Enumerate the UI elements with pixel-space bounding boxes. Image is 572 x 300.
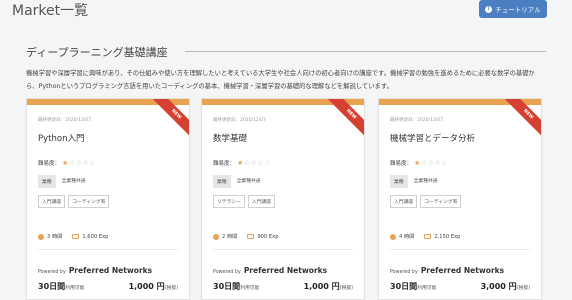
difficulty-stars: ★☆☆☆☆	[237, 159, 271, 167]
category-value: 全業種共通	[410, 175, 441, 188]
course-card[interactable]: NEW 最終更新日：2020/12/07 機械学習とデータ分析 難易度： ★☆☆…	[378, 98, 542, 300]
course-title[interactable]: 機械学習とデータ分析	[390, 132, 475, 144]
tag: コーディング有	[420, 195, 462, 208]
category-label: 業種	[38, 175, 56, 188]
course-meta: 4 時間 2,150 Exp	[390, 233, 460, 240]
provider: Powered by Preferred Networks	[390, 266, 504, 275]
tag-row: 入門講座 コーディング有	[38, 195, 110, 208]
updated-date: 最終更新日：2020/12/07	[213, 118, 266, 123]
card-divider	[213, 249, 353, 250]
powered-by-label: Powered by	[38, 270, 66, 275]
description-line: ら、Pythonというプログラミング言語を用いたコーディングの基本、機械学習・深…	[26, 83, 393, 90]
star-filled-icon: ★	[237, 159, 244, 167]
updated-date: 最終更新日：2020/12/07	[38, 118, 91, 123]
section-title: ディープラーニング基礎講座	[26, 46, 168, 59]
price-row: 30日間利用可能 1,000 円(税抜)	[38, 281, 178, 292]
course-title[interactable]: 数学基礎	[213, 132, 247, 144]
star-filled-icon: ★	[62, 159, 69, 167]
category-value: 全業種共通	[233, 175, 264, 188]
clock-icon	[390, 233, 396, 240]
price: 1,000 円(税抜)	[303, 282, 353, 291]
difficulty-stars: ★☆☆☆☆	[62, 159, 96, 167]
tag-row: リテラシー 入門講座	[213, 195, 276, 208]
difficulty-label: 難易度：	[38, 161, 61, 167]
duration: 3 時間	[47, 234, 63, 240]
tag: 入門講座	[390, 195, 418, 208]
powered-by-label: Powered by	[390, 270, 418, 275]
category-row: 業種 全業種共通	[390, 175, 441, 188]
exp-points: 900 Exp	[257, 233, 279, 240]
powered-by-label: Powered by	[213, 270, 241, 275]
star-filled-icon: ★	[414, 159, 421, 167]
section-description: 機械学習や深層学習に興味があり、その仕組みや使い方を理解したいと考えている大学生…	[26, 67, 550, 93]
duration: 2 時間	[222, 234, 238, 240]
page-title: Market一覧	[12, 3, 89, 19]
provider: Powered by Preferred Networks	[38, 266, 152, 275]
difficulty-label: 難易度：	[390, 161, 413, 167]
provider-name: Preferred Networks	[68, 266, 153, 275]
clock-icon	[38, 233, 44, 240]
tag: 入門講座	[247, 195, 276, 208]
difficulty-label: 難易度：	[213, 161, 236, 167]
access-period: 30日間利用可能	[390, 282, 437, 291]
star-empty-icon: ☆☆☆☆	[420, 159, 448, 167]
tutorial-button[interactable]: i チュートリアル	[479, 0, 547, 18]
price: 1,000 円(税抜)	[128, 282, 178, 291]
tag-row: 入門講座 コーディング有	[390, 195, 462, 208]
tag: リテラシー	[213, 195, 245, 208]
book-icon	[247, 234, 255, 239]
section-divider	[185, 51, 546, 52]
exp-points: 2,150 Exp	[434, 233, 461, 240]
info-icon: i	[485, 5, 493, 13]
category-label: 業種	[390, 175, 408, 188]
provider-name: Preferred Networks	[243, 266, 328, 275]
price-row: 30日間利用可能 1,000 円(税抜)	[213, 281, 353, 292]
book-icon	[72, 234, 80, 239]
course-card[interactable]: NEW 最終更新日：2020/12/07 Python入門 難易度： ★☆☆☆☆…	[26, 98, 190, 300]
course-card[interactable]: NEW 最終更新日：2020/12/07 数学基礎 難易度： ★☆☆☆☆ 業種 …	[201, 98, 365, 300]
description-line: 機械学習や深層学習に興味があり、その仕組みや使い方を理解したいと考えている大学生…	[26, 70, 535, 77]
course-title[interactable]: Python入門	[38, 132, 84, 144]
tag: 入門講座	[38, 195, 66, 208]
difficulty: 難易度： ★☆☆☆☆	[213, 159, 271, 167]
category-row: 業種 全業種共通	[213, 175, 264, 188]
category-label: 業種	[213, 175, 231, 188]
access-period: 30日間利用可能	[38, 282, 85, 291]
category-row: 業種 全業種共通	[38, 175, 89, 188]
tag: コーディング有	[68, 195, 110, 208]
clock-icon	[213, 233, 219, 240]
provider-name: Preferred Networks	[420, 266, 505, 275]
difficulty-stars: ★☆☆☆☆	[414, 159, 448, 167]
tutorial-button-label: チュートリアル	[495, 6, 541, 14]
difficulty: 難易度： ★☆☆☆☆	[38, 159, 96, 167]
card-divider	[38, 249, 178, 250]
star-empty-icon: ☆☆☆☆	[243, 159, 271, 167]
star-empty-icon: ☆☆☆☆	[68, 159, 96, 167]
updated-date: 最終更新日：2020/12/07	[390, 118, 443, 123]
provider: Powered by Preferred Networks	[213, 266, 327, 275]
card-divider	[390, 249, 530, 250]
book-icon	[424, 234, 432, 239]
course-meta: 2 時間 900 Exp	[213, 233, 279, 240]
category-value: 全業種共通	[58, 175, 89, 188]
price-row: 30日間利用可能 3,000 円(税抜)	[390, 281, 530, 292]
course-meta: 3 時間 1,600 Exp	[38, 233, 108, 240]
exp-points: 1,600 Exp	[82, 233, 109, 240]
difficulty: 難易度： ★☆☆☆☆	[390, 159, 448, 167]
access-period: 30日間利用可能	[213, 282, 260, 291]
price: 3,000 円(税抜)	[480, 282, 530, 291]
duration: 4 時間	[399, 234, 415, 240]
